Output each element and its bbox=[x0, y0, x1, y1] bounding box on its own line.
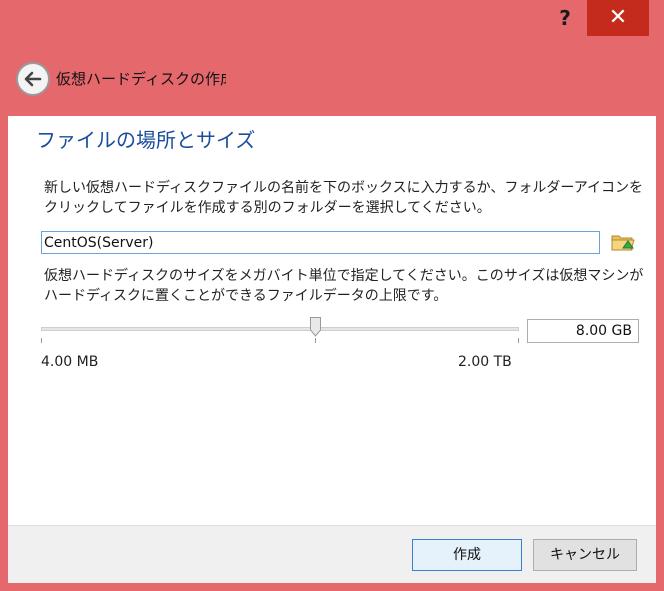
wizard-title: 仮想ハードディスクの作成 bbox=[56, 70, 226, 88]
size-slider[interactable] bbox=[41, 312, 519, 348]
slider-track[interactable] bbox=[41, 327, 519, 331]
back-arrow-icon bbox=[24, 71, 42, 87]
slider-ticks bbox=[41, 338, 519, 343]
file-name-input[interactable] bbox=[41, 231, 600, 254]
wizard-header: 仮想ハードディスクの作成 bbox=[0, 36, 664, 116]
folder-icon bbox=[611, 235, 635, 251]
back-button[interactable] bbox=[16, 62, 50, 96]
button-bar: 作成 キャンセル bbox=[8, 525, 656, 583]
title-bar: ? ✕ bbox=[0, 0, 664, 36]
create-button[interactable]: 作成 bbox=[412, 539, 522, 571]
help-button[interactable]: ? bbox=[545, 0, 585, 36]
size-input[interactable] bbox=[527, 319, 639, 343]
size-description: 仮想ハードディスクのサイズをメガバイト単位で指定してください。このサイズは仮想マ… bbox=[44, 268, 644, 304]
content-panel: ファイルの場所とサイズ 新しい仮想ハードディスクファイルの名前を下のボックスに入… bbox=[8, 116, 656, 583]
slider-thumb[interactable] bbox=[310, 317, 321, 337]
size-min-label: 4.00 MB bbox=[41, 354, 99, 370]
size-max-label: 2.00 TB bbox=[458, 354, 512, 370]
section-title: ファイルの場所とサイズ bbox=[36, 128, 256, 152]
file-location-description: 新しい仮想ハードディスクファイルの名前を下のボックスに入力するか、フォルダーアイ… bbox=[44, 180, 644, 216]
cancel-button[interactable]: キャンセル bbox=[533, 539, 637, 571]
choose-folder-button[interactable] bbox=[610, 230, 636, 254]
close-button[interactable]: ✕ bbox=[587, 0, 649, 36]
